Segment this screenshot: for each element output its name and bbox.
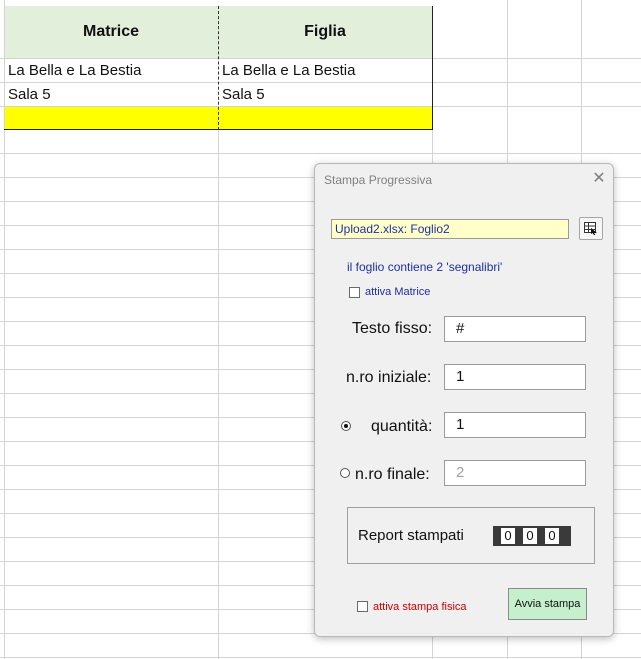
nro-finale-label: n.ro finale: — [355, 466, 430, 483]
stampa-fisica-checkbox[interactable] — [357, 601, 368, 612]
table-border-right — [432, 6, 433, 130]
report-counter: 0 0 0 — [493, 526, 571, 546]
nro-iniziale-label: n.ro iniziale: — [346, 369, 432, 386]
sheet-picker-icon — [584, 222, 597, 235]
cell-matrice-row1[interactable]: La Bella e La Bestia — [4, 59, 141, 83]
attiva-matrice-label: attiva Matrice — [365, 286, 431, 298]
nro-finale-input[interactable]: 2 — [444, 460, 586, 486]
nro-finale-radio[interactable] — [340, 468, 350, 478]
quantita-label: quantità: — [371, 418, 433, 435]
testo-fisso-label: Testo fisso: — [352, 320, 433, 337]
header-cell-matrice[interactable]: Matrice — [4, 6, 218, 58]
attiva-matrice-checkbox[interactable] — [349, 287, 360, 298]
cell-matrice-row2[interactable]: Sala 5 — [4, 83, 51, 107]
table-border-bottom — [4, 129, 433, 130]
nro-iniziale-input[interactable]: 1 — [444, 364, 586, 390]
avvia-stampa-button[interactable]: Avvia stampa — [508, 588, 587, 620]
cell-figlia-row2[interactable]: Sala 5 — [218, 83, 265, 107]
counter-digit: 0 — [545, 528, 559, 544]
report-frame: Report stampati 0 0 0 — [347, 507, 595, 564]
cell-figlia-row1[interactable]: La Bella e La Bestia — [218, 59, 355, 83]
report-stampati-label: Report stampati — [358, 527, 464, 544]
header-cell-figlia[interactable]: Figlia — [218, 6, 432, 58]
dialog-title: Stampa Progressiva — [324, 173, 433, 187]
segnalibri-info: il foglio contiene 2 'segnalibri' — [347, 260, 503, 274]
counter-digit: 0 — [501, 528, 515, 544]
grid-row — [0, 634, 641, 658]
quantita-radio[interactable] — [341, 421, 351, 431]
file-sheet-field[interactable]: Upload2.xlsx: Foglio2 — [331, 219, 569, 239]
counter-digit: 0 — [523, 528, 537, 544]
quantita-input[interactable]: 1 — [444, 412, 586, 438]
close-icon[interactable]: ✕ — [587, 168, 611, 190]
select-sheet-button[interactable] — [579, 217, 603, 240]
testo-fisso-input[interactable]: # — [444, 316, 586, 342]
grid-row — [0, 83, 641, 107]
grid-row — [0, 130, 641, 154]
grid-column-line — [218, 130, 219, 659]
stampa-progressiva-dialog: Stampa Progressiva ✕ Upload2.xlsx: Fogli… — [314, 163, 614, 637]
stampa-fisica-label: attiva stampa fisica — [373, 601, 467, 613]
